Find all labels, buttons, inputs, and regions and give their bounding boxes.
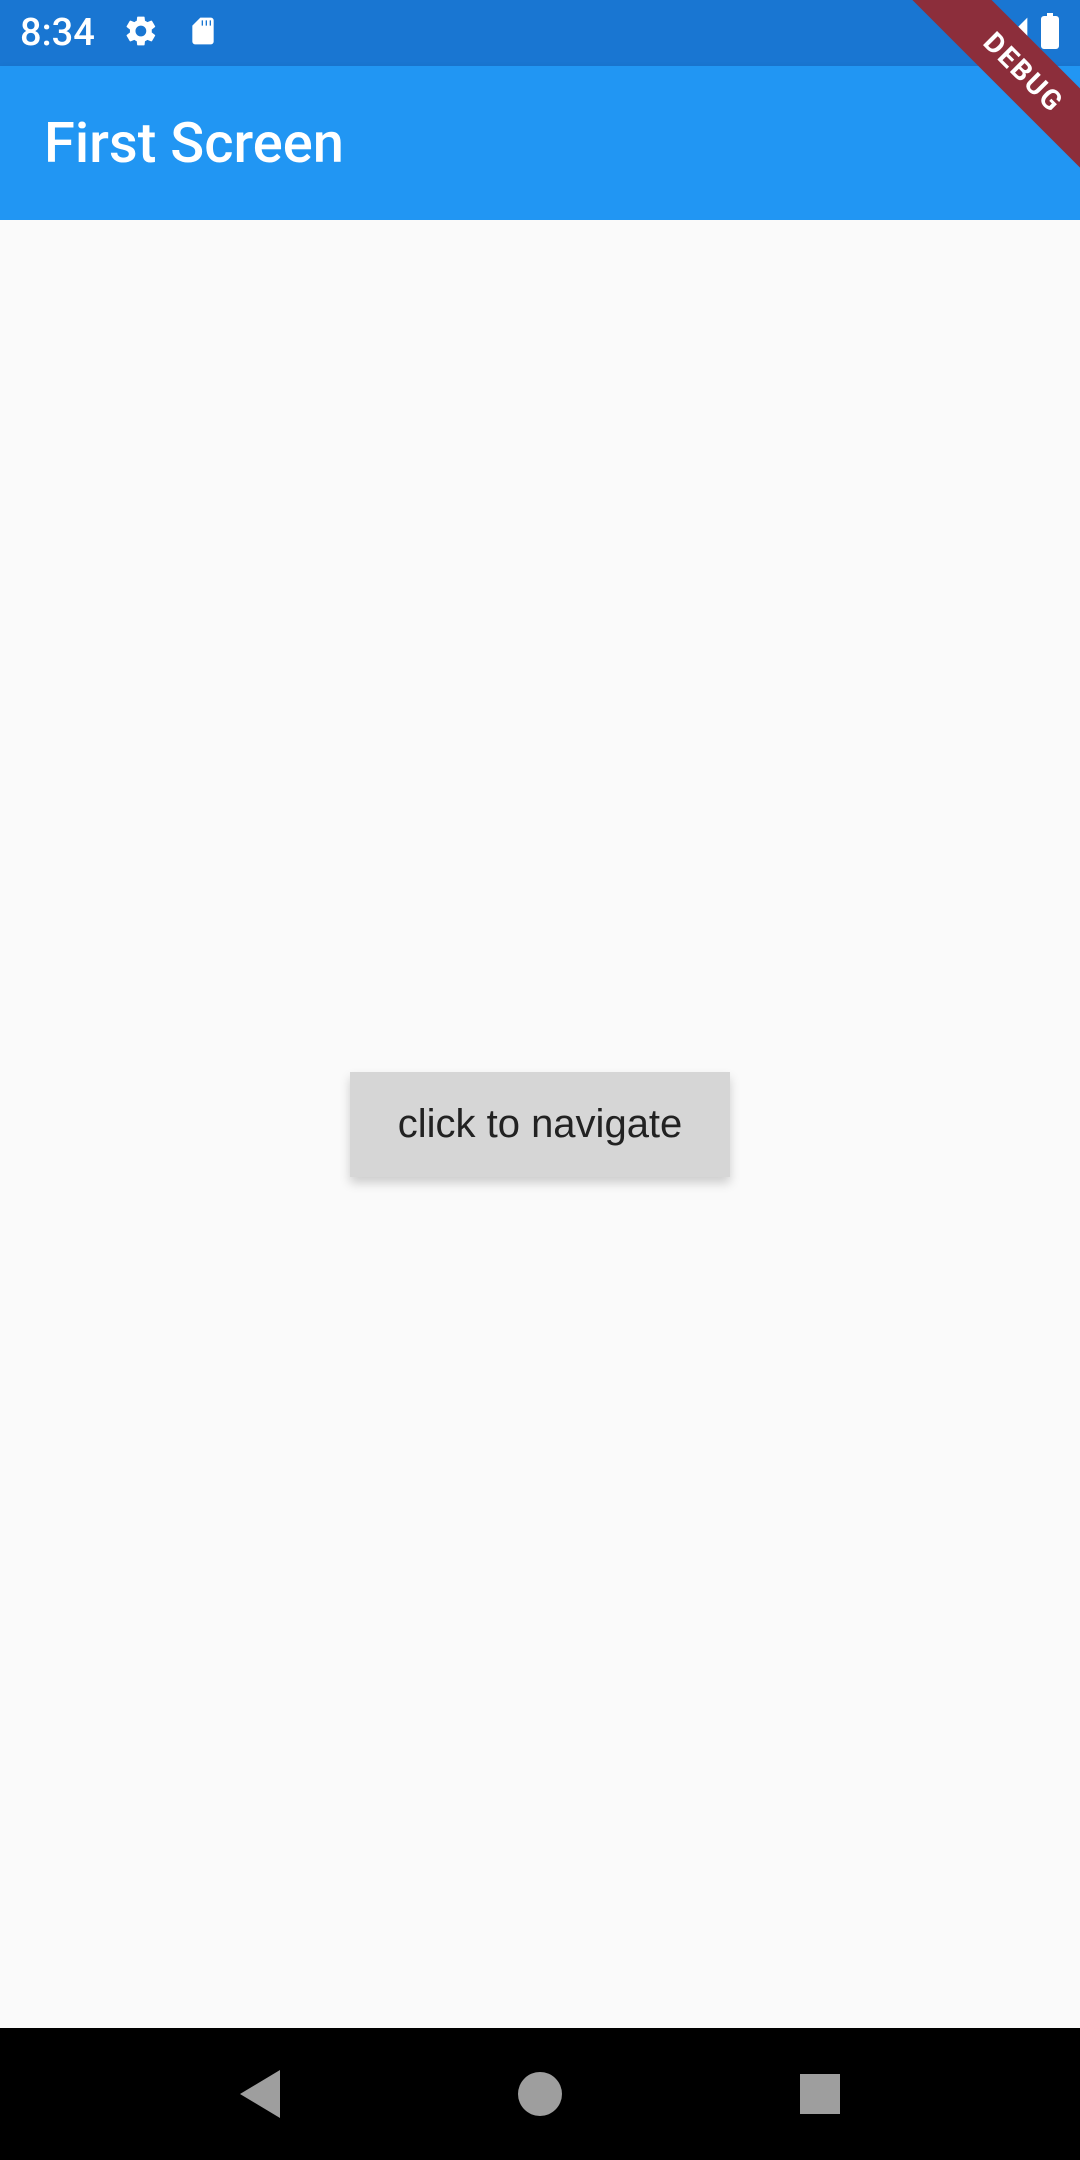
back-button[interactable] — [230, 2064, 290, 2124]
sd-card-icon — [187, 15, 219, 51]
status-bar: 8:34 — [0, 0, 1080, 66]
recent-apps-button[interactable] — [790, 2064, 850, 2124]
status-time: 8:34 — [20, 11, 95, 55]
recent-icon — [800, 2074, 840, 2114]
main-content: click to navigate — [0, 220, 1080, 2028]
app-bar-title: First Screen — [44, 110, 344, 176]
navigate-button[interactable]: click to navigate — [350, 1072, 731, 1177]
gear-icon — [123, 13, 159, 53]
system-nav-bar — [0, 2028, 1080, 2160]
back-icon — [240, 2070, 280, 2118]
status-left: 8:34 — [20, 11, 219, 55]
battery-icon — [1040, 13, 1060, 53]
app-bar: First Screen — [0, 66, 1080, 220]
home-icon — [518, 2072, 562, 2116]
home-button[interactable] — [510, 2064, 570, 2124]
